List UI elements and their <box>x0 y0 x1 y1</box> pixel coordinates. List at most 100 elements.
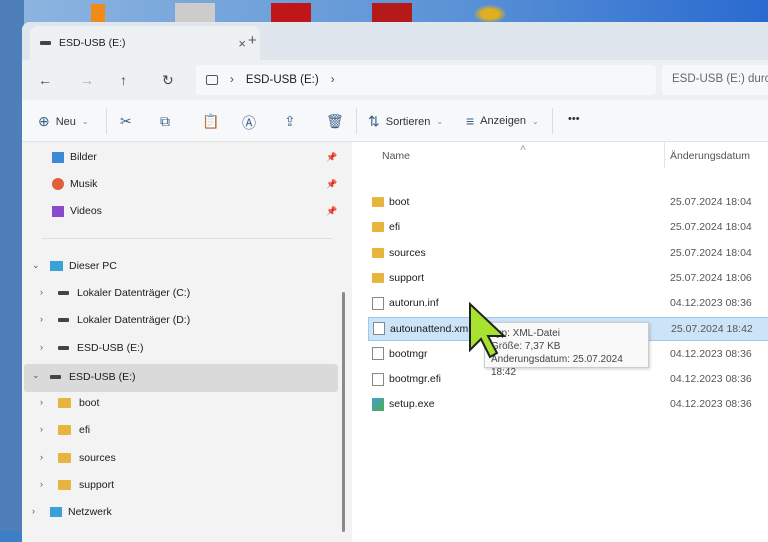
navigation-pane: Bilder 📌 Musik 📌 Videos 📌 ⌄ Dieser PC › … <box>22 142 345 542</box>
file-name: efi <box>389 221 401 234</box>
forward-button[interactable]: → <box>80 72 94 88</box>
sidebar-item-musik[interactable]: Musik <box>52 171 97 197</box>
sidebar-label: Musik <box>70 178 98 190</box>
copy-icon[interactable]: ⧉ <box>160 113 170 130</box>
sidebar-item-drive-c[interactable]: Lokaler Datenträger (C:) <box>58 280 190 306</box>
chevron-right-icon[interactable]: › <box>40 314 43 324</box>
chevron-down-icon[interactable]: ⌄ <box>32 370 40 381</box>
up-button[interactable]: ↑ <box>120 72 127 88</box>
share-icon[interactable]: ⇪ <box>284 113 296 130</box>
chevron-down-icon[interactable]: ⌄ <box>32 260 40 271</box>
file-row[interactable]: sources 25.07.2024 18:04 <box>368 241 768 265</box>
file-row[interactable]: efi 25.07.2024 18:04 <box>368 215 768 239</box>
folder-icon <box>58 425 71 435</box>
address-bar[interactable]: › ESD-USB (E:) › <box>196 65 656 95</box>
new-button[interactable]: ⊕ Neu ⌄ <box>38 113 89 130</box>
file-row[interactable]: boot 25.07.2024 18:04 <box>368 190 768 214</box>
file-date: 25.07.2024 18:04 <box>670 196 752 208</box>
refresh-button[interactable]: ↻ <box>162 72 174 89</box>
new-tab-button[interactable]: + <box>248 32 257 49</box>
chevron-right-icon[interactable]: › <box>40 342 43 352</box>
sidebar-item-videos[interactable]: Videos <box>52 198 102 224</box>
computer-icon <box>50 261 63 271</box>
sidebar-item-dieser-pc[interactable]: Dieser PC <box>50 253 117 279</box>
file-row[interactable]: support 25.07.2024 18:06 <box>368 266 768 290</box>
sidebar-item-efi[interactable]: efi <box>58 417 90 443</box>
paste-icon[interactable]: 📋 <box>202 113 219 130</box>
view-lines-icon: ≡ <box>466 113 475 129</box>
sidebar-item-boot[interactable]: boot <box>58 390 99 416</box>
pin-icon[interactable]: 📌 <box>326 206 337 217</box>
file-explorer-window: ESD-USB (E:) × + ← → ↑ ↻ › ESD-USB (E:) … <box>22 22 768 542</box>
exe-icon <box>372 397 384 411</box>
command-bar: ⊕ Neu ⌄ ✂ ⧉ 📋 Ⓐ ⇪ 🗑 ⇅ Sortieren ⌄ ≡ Anzeigen ⌄… <box>22 100 768 142</box>
pin-icon[interactable]: 📌 <box>326 179 337 190</box>
sidebar-item-esd-usb[interactable]: ESD-USB (E:) <box>50 364 136 390</box>
drive-icon <box>40 41 51 45</box>
column-header-name[interactable]: Name <box>382 150 410 162</box>
file-date: 25.07.2024 18:42 <box>671 322 753 335</box>
drive-icon <box>58 346 69 350</box>
file-date: 04.12.2023 08:36 <box>670 373 752 386</box>
file-name: bootmgr.efi <box>389 373 441 386</box>
chevron-right-icon[interactable]: › <box>40 424 43 434</box>
file-date: 04.12.2023 08:36 <box>670 297 752 310</box>
mouse-cursor-icon <box>469 302 507 359</box>
file-name: autorun.inf <box>389 297 439 310</box>
drive-icon <box>50 375 61 379</box>
sidebar-scrollbar[interactable] <box>342 292 345 532</box>
file-date: 04.12.2023 08:36 <box>670 398 752 411</box>
file-date: 04.12.2023 08:36 <box>670 347 752 360</box>
column-header-date[interactable]: Änderungsdatum <box>670 150 750 162</box>
file-row[interactable]: autorun.inf 04.12.2023 08:36 <box>368 291 768 315</box>
pin-icon[interactable]: 📌 <box>326 152 337 163</box>
chevron-right-icon[interactable]: › <box>40 479 43 489</box>
sidebar-label: Videos <box>70 205 102 217</box>
drive-icon <box>58 291 69 295</box>
delete-icon[interactable]: 🗑 <box>326 113 344 130</box>
sidebar-item-drive-e[interactable]: ESD-USB (E:) <box>58 335 144 361</box>
chevron-right-icon[interactable]: › <box>32 506 35 516</box>
videos-icon <box>52 205 64 217</box>
back-button[interactable]: ← <box>38 72 52 88</box>
tooltip-date: Änderungsdatum: 25.07.2024 18:42 <box>491 354 623 378</box>
folder-icon <box>372 247 384 258</box>
file-name: setup.exe <box>389 398 435 411</box>
close-tab-icon[interactable]: × <box>238 36 246 51</box>
sidebar-item-drive-d[interactable]: Lokaler Datenträger (D:) <box>58 307 190 333</box>
more-options-button[interactable]: ••• <box>568 113 580 125</box>
sidebar-item-sources[interactable]: sources <box>58 445 116 471</box>
breadcrumb-item[interactable]: ESD-USB (E:) <box>246 74 319 86</box>
breadcrumb-chevron-icon[interactable]: › <box>331 74 335 86</box>
folder-icon <box>58 453 71 463</box>
divider <box>42 238 332 239</box>
file-name: support <box>389 271 425 284</box>
file-name: boot <box>389 196 410 208</box>
sidebar-label: efi <box>79 424 91 436</box>
new-label: Neu <box>55 115 76 128</box>
cut-icon[interactable]: ✂ <box>120 113 132 130</box>
rename-icon[interactable]: Ⓐ <box>242 113 256 133</box>
file-icon <box>372 296 384 310</box>
sidebar-label: Netzwerk <box>68 506 112 518</box>
view-button[interactable]: ≡ Anzeigen ⌄ <box>466 113 539 129</box>
file-name: autounattend.xml <box>390 322 471 335</box>
sidebar-item-support[interactable]: support <box>58 472 114 498</box>
sidebar-item-bilder[interactable]: Bilder <box>52 144 97 170</box>
file-icon <box>373 322 385 335</box>
search-input[interactable]: ESD-USB (E:) durchsuchen <box>662 65 768 95</box>
navigation-bar: ← → ↑ ↻ › ESD-USB (E:) › ESD-USB (E:) du… <box>22 60 768 100</box>
sort-button[interactable]: ⇅ Sortieren ⌄ <box>368 113 443 130</box>
file-icon <box>372 372 384 386</box>
sidebar-item-netzwerk[interactable]: Netzwerk <box>50 499 112 525</box>
folder-icon <box>372 197 384 207</box>
chevron-right-icon[interactable]: › <box>40 452 43 462</box>
file-date: 25.07.2024 18:04 <box>670 246 752 259</box>
file-row[interactable]: setup.exe 04.12.2023 08:36 <box>368 392 768 416</box>
tab-esd-usb[interactable]: ESD-USB (E:) × <box>30 26 260 60</box>
chevron-right-icon[interactable]: › <box>40 287 43 297</box>
tab-bar: ESD-USB (E:) × + <box>22 22 768 60</box>
tooltip-size: Größe: 7,37 KB <box>491 341 561 352</box>
sidebar-label: Lokaler Datenträger (D:) <box>77 314 191 326</box>
chevron-right-icon[interactable]: › <box>40 397 43 407</box>
